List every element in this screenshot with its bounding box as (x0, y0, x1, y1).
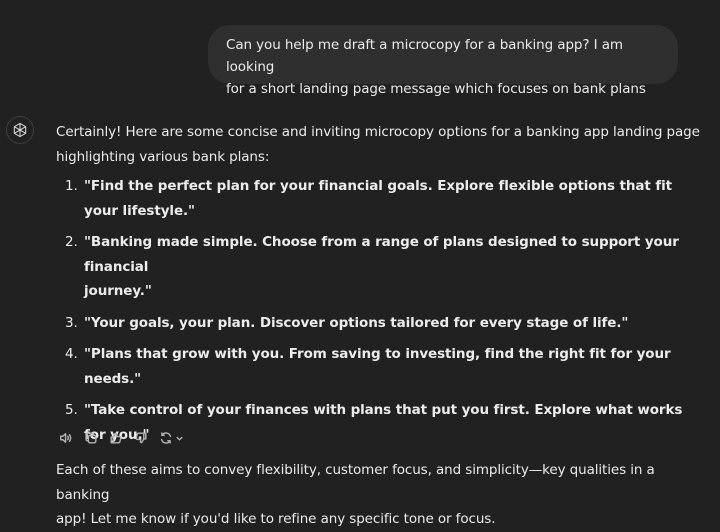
outro-line: app! Let me know if you'd like to refine… (56, 511, 496, 527)
list-item-text: journey." (84, 283, 152, 299)
copy-icon (85, 432, 97, 444)
list-item-text: "Find the perfect plan for your financia… (84, 178, 673, 219)
thumbs-up-button[interactable] (108, 430, 124, 446)
assistant-avatar (6, 116, 34, 144)
assistant-intro: Certainly! Here are some concise and inv… (56, 120, 706, 169)
list-item-number: 2. (65, 234, 78, 250)
read-aloud-icon (60, 433, 72, 443)
user-message-line: Can you help me draft a microcopy for a … (226, 37, 623, 75)
list-item: 3. "Your goals, your plan. Discover opti… (56, 311, 706, 336)
read-aloud-button[interactable] (58, 430, 74, 446)
intro-line: Certainly! Here are some concise and inv… (56, 124, 700, 140)
assistant-message: Certainly! Here are some concise and inv… (56, 120, 706, 532)
list-item-text: "Banking made simple. Choose from a rang… (84, 234, 679, 275)
outro-line: Each of these aims to convey flexibility… (56, 462, 655, 503)
list-item: 4. "Plans that grow with you. From savin… (56, 342, 706, 391)
user-message-line: for a short landing page message which f… (226, 81, 646, 97)
intro-line: highlighting various bank plans: (56, 148, 270, 165)
list-item: 2. "Banking made simple. Choose from a r… (56, 230, 706, 304)
thumbs-down-button[interactable] (133, 430, 149, 446)
message-actions (58, 430, 184, 446)
chevron-down-icon (176, 436, 183, 441)
assistant-outro: Each of these aims to convey flexibility… (56, 458, 706, 532)
thumbs-up-icon (110, 432, 122, 444)
list-item-number: 4. (65, 346, 78, 362)
list-item-text: "Your goals, your plan. Discover options… (84, 314, 629, 331)
list-item-number: 5. (65, 402, 78, 418)
list-item: 1. "Find the perfect plan for your finan… (56, 174, 706, 223)
thumbs-down-icon (135, 432, 147, 444)
list-item-number: 1. (65, 178, 78, 194)
openai-logo-icon (13, 122, 27, 138)
copy-button[interactable] (83, 430, 99, 446)
regenerate-button[interactable] (158, 430, 184, 446)
list-item-number: 3. (65, 314, 78, 331)
regenerate-icon (160, 432, 172, 444)
microcopy-options-list: 1. "Find the perfect plan for your finan… (56, 174, 706, 447)
user-message-bubble: Can you help me draft a microcopy for a … (208, 25, 678, 97)
list-item-text: "Plans that grow with you. From saving t… (84, 346, 671, 387)
